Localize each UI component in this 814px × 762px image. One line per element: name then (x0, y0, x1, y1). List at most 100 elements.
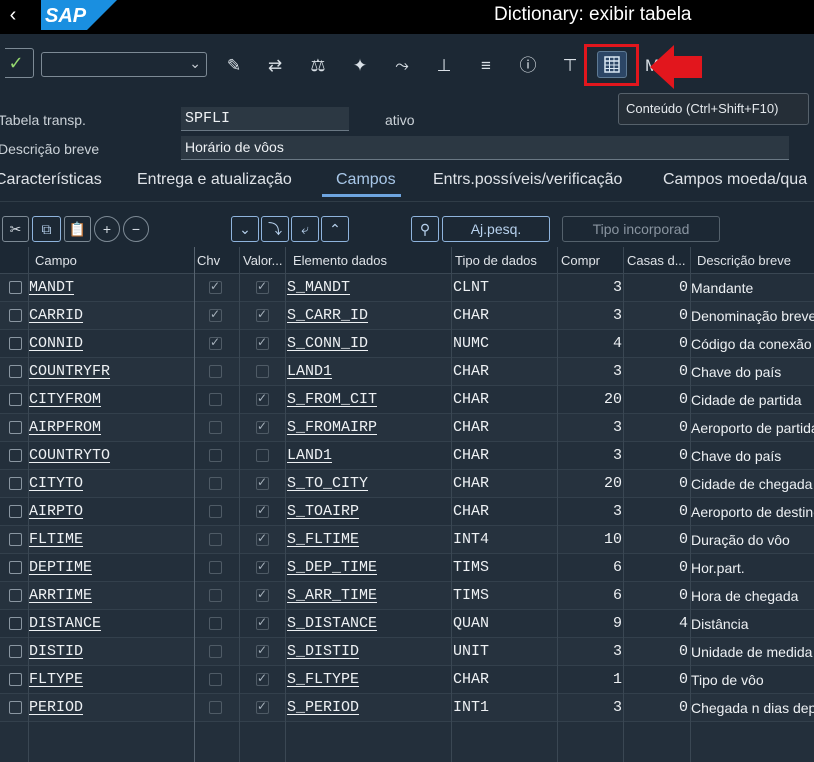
chevron-down-icon[interactable]: ⌄ (189, 55, 201, 72)
info-icon[interactable]: ⓘ (516, 53, 540, 79)
short-desc-field[interactable]: Horário de vôos (181, 136, 789, 160)
collapse-up-icon[interactable]: ⌃ (321, 216, 349, 242)
tab-delivery[interactable]: Entrega e atualização (137, 171, 292, 189)
insert-below-icon[interactable]: ⤶ (291, 216, 319, 242)
tab-input-help[interactable]: Entrs.possíveis/verificação (433, 171, 622, 189)
field-name[interactable]: CONNID (29, 335, 83, 352)
data-element-link[interactable]: S_FLTYPE (287, 671, 359, 688)
copy-icon[interactable]: ⧉ (32, 216, 61, 242)
data-element-link[interactable]: LAND1 (287, 447, 332, 464)
data-element-link[interactable]: S_FLTIME (287, 531, 359, 548)
row-select-checkbox[interactable] (9, 701, 22, 714)
change-icon[interactable]: ✎ (222, 53, 246, 79)
search-help-button[interactable]: Aj.pesq. (442, 216, 550, 242)
table-row[interactable]: DEPTIME S_DEP_TIME TIMS 6 0Hor.part. (0, 554, 814, 582)
row-select-checkbox[interactable] (9, 533, 22, 546)
col-data-element[interactable]: Elemento dados (293, 253, 387, 268)
table-row[interactable]: AIRPTO S_TOAIRP CHAR 3 0Aeroporto de destino (0, 498, 814, 526)
expand-down-icon[interactable]: ⌄ (231, 216, 259, 242)
field-name[interactable]: COUNTRYFR (29, 363, 110, 380)
tab-fields[interactable]: Campos (336, 171, 396, 189)
row-select-checkbox[interactable] (9, 645, 22, 658)
field-name[interactable]: FLTIME (29, 531, 83, 548)
field-name[interactable]: FLTYPE (29, 671, 83, 688)
delete-row-icon[interactable]: − (123, 216, 149, 242)
builtin-type-button[interactable]: Tipo incorporad (562, 216, 720, 242)
data-element-link[interactable]: S_FROMAIRP (287, 419, 377, 436)
row-select-checkbox[interactable] (9, 617, 22, 630)
table-row[interactable]: ARRTIME S_ARR_TIME TIMS 6 0Hora de chegada (0, 582, 814, 610)
table-row[interactable]: COUNTRYFR LAND1 CHAR 3 0 Chave do país (0, 358, 814, 386)
col-short-desc[interactable]: Descrição breve (697, 253, 791, 268)
field-name[interactable]: CARRID (29, 307, 83, 324)
table-row[interactable]: FLTIME S_FLTIME INT4 10 0Duração do vôo (0, 526, 814, 554)
col-key[interactable]: Chv (197, 253, 220, 268)
search-icon[interactable]: ⚲ (411, 216, 439, 242)
hierarchy-icon[interactable]: ⊥ (432, 53, 456, 79)
field-name[interactable]: AIRPFROM (29, 419, 101, 436)
insert-row-icon[interactable]: + (94, 216, 120, 242)
data-element-link[interactable]: S_PERIOD (287, 699, 359, 716)
table-row[interactable]: CARRID S_CARR_ID CHAR 3 0Denominação breve (0, 302, 814, 330)
stack-icon[interactable]: ≡ (474, 53, 498, 79)
row-select-checkbox[interactable] (9, 561, 22, 574)
switch-icon[interactable]: ⇄ (263, 53, 287, 79)
row-select-checkbox[interactable] (9, 673, 22, 686)
field-name[interactable]: DEPTIME (29, 559, 92, 576)
field-name[interactable]: AIRPTO (29, 503, 83, 520)
data-element-link[interactable]: S_CARR_ID (287, 307, 368, 324)
magic-wand-icon[interactable]: ✦ (348, 53, 372, 79)
row-select-checkbox[interactable] (9, 421, 22, 434)
col-length[interactable]: Compr (561, 253, 600, 268)
field-name[interactable]: PERIOD (29, 699, 83, 716)
table-row[interactable]: CITYTO S_TO_CITY CHAR 20 0Cidade de chegada (0, 470, 814, 498)
row-select-checkbox[interactable] (9, 337, 22, 350)
table-name-field[interactable]: SPFLI (181, 107, 349, 131)
table-row[interactable]: DISTID S_DISTID UNIT 3 0Unidade de medida (0, 638, 814, 666)
where-used-icon[interactable]: ⤳ (390, 53, 414, 79)
table-row[interactable]: CITYFROM S_FROM_CIT CHAR 20 0Cidade de parti… (0, 386, 814, 414)
table-row[interactable]: FLTYPE S_FLTYPE CHAR 1 0Tipo de vôo (0, 666, 814, 694)
paste-icon[interactable]: 📋 (64, 216, 91, 242)
back-icon[interactable]: ‹ (0, 0, 26, 34)
balance-icon[interactable]: ⚖ (306, 53, 330, 79)
data-element-link[interactable]: S_CONN_ID (287, 335, 368, 352)
table-row[interactable]: PERIOD S_PERIOD INT1 3 0Chegada n dias depoi… (0, 694, 814, 722)
row-select-checkbox[interactable] (9, 449, 22, 462)
data-element-link[interactable]: S_ARR_TIME (287, 587, 377, 604)
data-element-link[interactable]: S_DISTANCE (287, 615, 377, 632)
field-name[interactable]: COUNTRYTO (29, 447, 110, 464)
data-element-link[interactable]: S_FROM_CIT (287, 391, 377, 408)
table-row[interactable]: DISTANCE S_DISTANCE QUAN 9 4Distância (0, 610, 814, 638)
field-name[interactable]: CITYTO (29, 475, 83, 492)
col-field[interactable]: Campo (35, 253, 77, 268)
data-element-link[interactable]: S_TOAIRP (287, 503, 359, 520)
data-element-link[interactable]: S_MANDT (287, 279, 350, 296)
tree-icon[interactable]: ⊤ (558, 53, 582, 79)
col-initial[interactable]: Valor... (243, 253, 283, 268)
field-name[interactable]: CITYFROM (29, 391, 101, 408)
data-element-link[interactable]: S_TO_CITY (287, 475, 368, 492)
field-name[interactable]: DISTANCE (29, 615, 101, 632)
table-row[interactable]: CONNID S_CONN_ID NUMC 4 0Código da conexão (0, 330, 814, 358)
insert-into-icon[interactable]: ⤵ (261, 216, 289, 242)
command-field[interactable]: ⌄ (41, 52, 207, 77)
row-select-checkbox[interactable] (9, 589, 22, 602)
data-element-link[interactable]: S_DISTID (287, 643, 359, 660)
col-decimals[interactable]: Casas d... (627, 253, 686, 268)
row-select-checkbox[interactable] (9, 281, 22, 294)
row-select-checkbox[interactable] (9, 365, 22, 378)
field-name[interactable]: DISTID (29, 643, 83, 660)
row-select-checkbox[interactable] (9, 309, 22, 322)
data-element-link[interactable]: S_DEP_TIME (287, 559, 377, 576)
row-select-checkbox[interactable] (9, 505, 22, 518)
field-name[interactable]: MANDT (29, 279, 74, 296)
enter-button[interactable]: ✓ (0, 48, 34, 78)
row-select-checkbox[interactable] (9, 477, 22, 490)
tab-characteristics[interactable]: Características (0, 171, 102, 189)
table-row[interactable]: COUNTRYTO LAND1 CHAR 3 0 Chave do país (0, 442, 814, 470)
tab-currency-fields[interactable]: Campos moeda/qua (663, 171, 807, 189)
row-select-checkbox[interactable] (9, 393, 22, 406)
field-name[interactable]: ARRTIME (29, 587, 92, 604)
col-data-type[interactable]: Tipo de dados (455, 253, 537, 268)
